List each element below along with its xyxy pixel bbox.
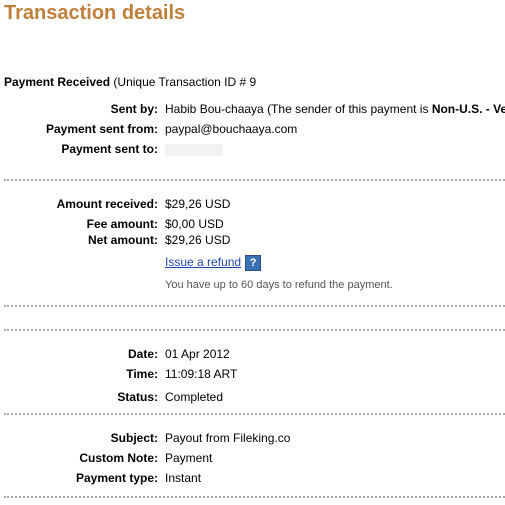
divider bbox=[4, 305, 505, 307]
divider bbox=[4, 179, 505, 181]
fee-amount-label: Fee amount: bbox=[86, 217, 158, 231]
payment-type-value: Instant bbox=[165, 471, 202, 485]
divider bbox=[4, 329, 505, 331]
custom-note-value: Payment bbox=[165, 451, 213, 465]
sent-to-redacted bbox=[165, 142, 223, 156]
sent-by-value: Habib Bou-chaaya (The sender of this pay… bbox=[165, 102, 505, 116]
divider bbox=[4, 413, 505, 415]
help-icon[interactable]: ? bbox=[245, 255, 262, 271]
sent-to-label: Payment sent to: bbox=[61, 142, 158, 156]
fee-amount-value: $0,00 USD bbox=[165, 217, 224, 231]
divider bbox=[4, 496, 505, 498]
status-value: Completed bbox=[165, 390, 224, 404]
date-label: Date: bbox=[127, 347, 158, 361]
subject-label: Subject: bbox=[110, 431, 158, 445]
status-label: Status: bbox=[117, 390, 158, 404]
sent-by-label: Sent by: bbox=[110, 102, 158, 116]
refund-note: You have up to 60 days to refund the pay… bbox=[165, 279, 393, 291]
subject-value: Payout from Fileking.co bbox=[165, 431, 291, 445]
redaction-mark bbox=[165, 143, 223, 156]
time-value: 11:09:18 ART bbox=[165, 367, 238, 381]
net-amount-label: Net amount: bbox=[88, 233, 158, 247]
page-title: Transaction details bbox=[4, 2, 186, 24]
sent-from-value: paypal@bouchaaya.com bbox=[165, 122, 298, 136]
time-label: Time: bbox=[126, 367, 158, 381]
amount-received-value: $29,26 USD bbox=[165, 197, 231, 211]
refund-row: Issue a refund? bbox=[165, 255, 262, 271]
amount-received-label: Amount received: bbox=[56, 197, 158, 211]
sent-from-label: Payment sent from: bbox=[45, 122, 158, 136]
custom-note-label: Custom Note: bbox=[79, 451, 158, 465]
issue-refund-link[interactable]: Issue a refund bbox=[165, 255, 241, 269]
sender-status: Non-U.S. - Ve bbox=[431, 102, 505, 116]
payment-summary: Payment Received (Unique Transaction ID … bbox=[4, 75, 256, 89]
sender-name: Habib Bou-chaaya (The sender of this pay… bbox=[165, 102, 432, 116]
payment-heading: Payment Received bbox=[4, 75, 111, 89]
payment-type-label: Payment type: bbox=[75, 471, 158, 485]
date-value: 01 Apr 2012 bbox=[165, 347, 230, 361]
net-amount-value: $29,26 USD bbox=[165, 233, 231, 247]
transaction-id: (Unique Transaction ID # 9 bbox=[113, 75, 257, 89]
